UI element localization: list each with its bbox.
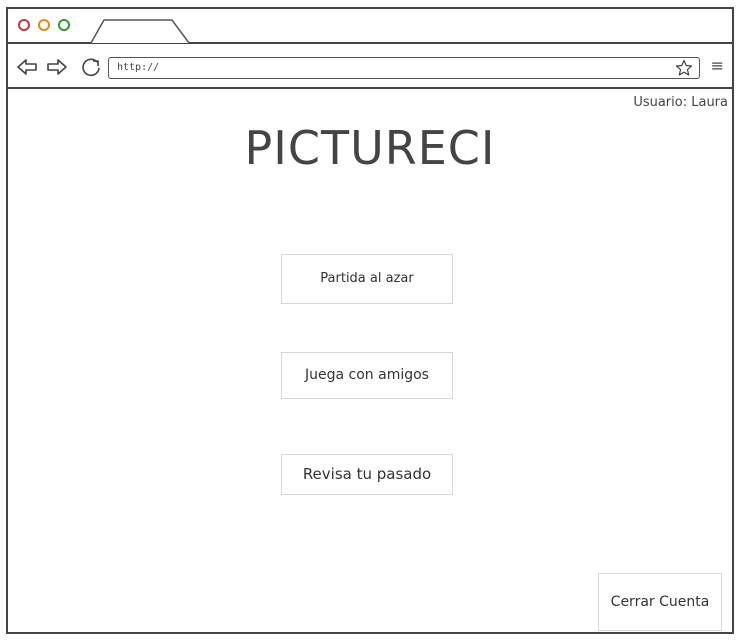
random-game-button[interactable]: Partida al azar xyxy=(281,254,453,304)
browser-chrome: http:// ≡ xyxy=(8,9,732,89)
hamburger-menu-icon[interactable]: ≡ xyxy=(711,58,724,74)
tab-bar xyxy=(8,9,732,44)
close-window-icon[interactable] xyxy=(18,19,30,31)
navigation-bar: http:// ≡ xyxy=(8,44,732,87)
back-arrow-icon[interactable] xyxy=(16,56,38,78)
url-text: http:// xyxy=(117,62,160,73)
browser-tab[interactable] xyxy=(90,19,190,43)
minimize-window-icon[interactable] xyxy=(38,19,50,31)
address-bar[interactable]: http:// xyxy=(108,57,700,79)
app-title: PICTURECI xyxy=(244,121,496,175)
star-icon[interactable] xyxy=(675,59,693,77)
user-label: Usuario: Laura xyxy=(633,95,728,110)
forward-arrow-icon[interactable] xyxy=(46,56,68,78)
review-past-button[interactable]: Revisa tu pasado xyxy=(281,454,453,495)
maximize-window-icon[interactable] xyxy=(58,19,70,31)
reload-icon[interactable] xyxy=(80,56,102,78)
browser-window: http:// ≡ Usuario: Laura PICTURECI Parti… xyxy=(6,7,734,634)
logout-button[interactable]: Cerrar Cuenta xyxy=(598,573,722,631)
page-content: Usuario: Laura PICTURECI Partida al azar… xyxy=(8,89,732,632)
play-with-friends-button[interactable]: Juega con amigos xyxy=(281,352,453,399)
